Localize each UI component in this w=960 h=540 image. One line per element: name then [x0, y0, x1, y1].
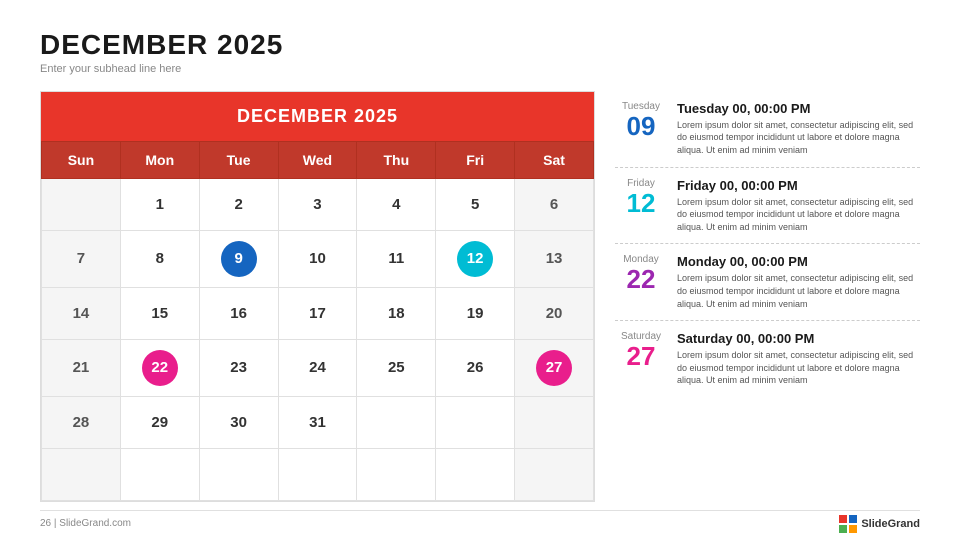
calendar-day[interactable]: 10: [278, 230, 357, 287]
calendar-day[interactable]: [278, 448, 357, 500]
calendar-day[interactable]: 14: [42, 287, 121, 339]
calendar-day[interactable]: 21: [42, 339, 121, 396]
calendar-day[interactable]: 15: [120, 287, 199, 339]
calendar-day[interactable]: 8: [120, 230, 199, 287]
calendar-day[interactable]: [120, 448, 199, 500]
calendar-day[interactable]: 24: [278, 339, 357, 396]
content-area: DECEMBER 2025 Sun Mon Tue Wed Thu Fri Sa…: [40, 91, 920, 502]
calendar-day[interactable]: 26: [436, 339, 515, 396]
calendar-day[interactable]: 6: [515, 178, 594, 230]
calendar-day[interactable]: 29: [120, 396, 199, 448]
calendar-day[interactable]: [199, 448, 278, 500]
event-desc: Lorem ipsum dolor sit amet, consectetur …: [677, 272, 916, 310]
event-desc: Lorem ipsum dolor sit amet, consectetur …: [677, 119, 916, 157]
events-container: Tuesday09 Tuesday 00, 00:00 PM Lorem ipsum…: [615, 91, 920, 502]
event-day-col: Monday22: [615, 254, 667, 292]
calendar-day[interactable]: 25: [357, 339, 436, 396]
calendar-day[interactable]: [515, 396, 594, 448]
event-day-name: Friday: [627, 178, 655, 189]
calendar-body: 1234567891011121314151617181920212223242…: [42, 178, 594, 500]
col-thu: Thu: [357, 141, 436, 178]
event-title: Saturday 00, 00:00 PM: [677, 331, 916, 346]
event-day-col: Friday12: [615, 178, 667, 216]
calendar-day[interactable]: 11: [357, 230, 436, 287]
event-title: Friday 00, 00:00 PM: [677, 178, 916, 193]
calendar-day[interactable]: 2: [199, 178, 278, 230]
calendar-day[interactable]: [357, 448, 436, 500]
event-item: Monday22 Monday 00, 00:00 PM Lorem ipsum d…: [615, 244, 920, 321]
calendar-day[interactable]: 27: [515, 339, 594, 396]
event-day-number: 27: [627, 343, 656, 369]
calendar-day[interactable]: 4: [357, 178, 436, 230]
event-day-number: 12: [627, 190, 656, 216]
calendar-day[interactable]: 20: [515, 287, 594, 339]
col-fri: Fri: [436, 141, 515, 178]
calendar-day[interactable]: 9: [199, 230, 278, 287]
calendar-day[interactable]: 12: [436, 230, 515, 287]
calendar-week-row: 123456: [42, 178, 594, 230]
calendar-week-row: 14151617181920: [42, 287, 594, 339]
calendar-day[interactable]: 19: [436, 287, 515, 339]
calendar-day[interactable]: 7: [42, 230, 121, 287]
event-item: Saturday27 Saturday 00, 00:00 PM Lorem ips…: [615, 321, 920, 397]
calendar-day[interactable]: 18: [357, 287, 436, 339]
event-title: Monday 00, 00:00 PM: [677, 254, 916, 269]
page-number: 26: [40, 518, 51, 529]
calendar-week-row: 28293031: [42, 396, 594, 448]
calendar-week-row: 78910111213: [42, 230, 594, 287]
calendar-day[interactable]: 28: [42, 396, 121, 448]
event-day-number: 09: [627, 113, 656, 139]
calendar-day[interactable]: 17: [278, 287, 357, 339]
calendar-day[interactable]: 22: [120, 339, 199, 396]
calendar-week-row: [42, 448, 594, 500]
calendar-day[interactable]: 5: [436, 178, 515, 230]
event-title: Tuesday 00, 00:00 PM: [677, 101, 916, 116]
event-desc: Lorem ipsum dolor sit amet, consectetur …: [677, 349, 916, 387]
event-desc: Lorem ipsum dolor sit amet, consectetur …: [677, 196, 916, 234]
event-details: Monday 00, 00:00 PM Lorem ipsum dolor sit…: [677, 254, 916, 310]
calendar-day[interactable]: [515, 448, 594, 500]
footer-brand: SlideGrand: [839, 515, 920, 533]
col-mon: Mon: [120, 141, 199, 178]
calendar-day[interactable]: 30: [199, 396, 278, 448]
brand-name: SlideGrand: [861, 518, 920, 530]
page: DECEMBER 2025 Enter your subhead line he…: [0, 0, 960, 540]
calendar-day[interactable]: [357, 396, 436, 448]
calendar-header-row: Sun Mon Tue Wed Thu Fri Sat: [42, 141, 594, 178]
calendar-day[interactable]: [436, 396, 515, 448]
event-day-col: Saturday27: [615, 331, 667, 369]
calendar-grid: Sun Mon Tue Wed Thu Fri Sat 123456789101…: [41, 141, 594, 501]
calendar-week-row: 21222324252627: [42, 339, 594, 396]
calendar-day[interactable]: 13: [515, 230, 594, 287]
event-item: Friday12 Friday 00, 00:00 PM Lorem ipsum d…: [615, 168, 920, 245]
page-title: DECEMBER 2025: [40, 30, 920, 61]
event-details: Friday 00, 00:00 PM Lorem ipsum dolor sit…: [677, 178, 916, 234]
calendar: DECEMBER 2025 Sun Mon Tue Wed Thu Fri Sa…: [40, 91, 595, 502]
header: DECEMBER 2025 Enter your subhead line he…: [40, 30, 920, 75]
page-subtitle: Enter your subhead line here: [40, 63, 920, 75]
col-tue: Tue: [199, 141, 278, 178]
calendar-day[interactable]: [436, 448, 515, 500]
event-details: Tuesday 00, 00:00 PM Lorem ipsum dolor si…: [677, 101, 916, 157]
footer: 26 | SlideGrand.com SlideGrand: [40, 510, 920, 533]
calendar-day[interactable]: [42, 448, 121, 500]
brand-icon: [839, 515, 857, 533]
col-wed: Wed: [278, 141, 357, 178]
event-day-number: 22: [627, 266, 656, 292]
event-day-col: Tuesday09: [615, 101, 667, 139]
event-item: Tuesday09 Tuesday 00, 00:00 PM Lorem ipsum…: [615, 91, 920, 168]
calendar-day[interactable]: 16: [199, 287, 278, 339]
footer-left: 26 | SlideGrand.com: [40, 518, 131, 529]
event-details: Saturday 00, 00:00 PM Lorem ipsum dolor s…: [677, 331, 916, 387]
calendar-day[interactable]: 3: [278, 178, 357, 230]
calendar-day[interactable]: 31: [278, 396, 357, 448]
calendar-day[interactable]: 23: [199, 339, 278, 396]
col-sat: Sat: [515, 141, 594, 178]
calendar-month-header: DECEMBER 2025: [41, 92, 594, 141]
site-label: | SlideGrand.com: [54, 518, 131, 529]
calendar-day[interactable]: [42, 178, 121, 230]
calendar-day[interactable]: 1: [120, 178, 199, 230]
col-sun: Sun: [42, 141, 121, 178]
